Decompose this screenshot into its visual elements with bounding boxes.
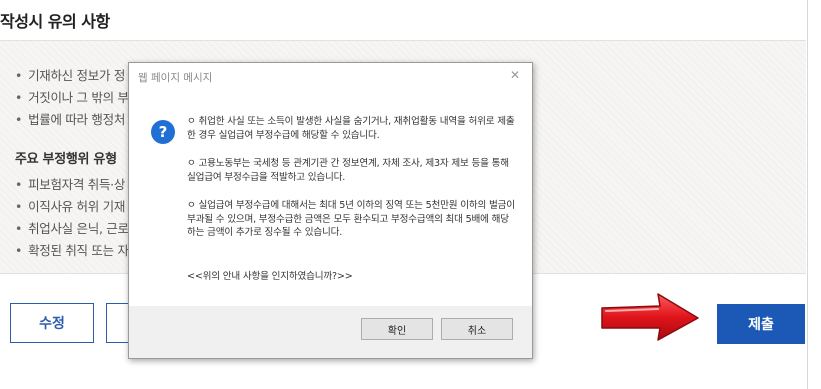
- dialog-paragraph: ㅇ 고용노동부는 국세청 등 관계기관 간 정보연계, 자체 조사, 제3자 제…: [187, 158, 509, 183]
- close-icon[interactable]: ✕: [510, 68, 520, 82]
- list-item: • 기재하신 정보가 정: [15, 68, 126, 83]
- list-item-text: 법률에 따라 행정처: [28, 112, 126, 127]
- section-title: 작성시 유의 사항: [0, 12, 110, 31]
- red-arrow-right-icon: [601, 293, 699, 341]
- list-item: • 피보험자격 취득·상: [15, 177, 126, 192]
- list-item-text: 거짓이나 그 밖의 부: [28, 90, 129, 105]
- edit-button[interactable]: 수정: [10, 303, 94, 343]
- list-item: • 거짓이나 그 밖의 부: [15, 90, 129, 105]
- list-item-text: 피보험자격 취득·상: [28, 177, 126, 192]
- list-item: • 확정된 취직 또는 자: [15, 243, 129, 258]
- message-dialog: 웹 페이지 메시지 ✕ ? ㅇ 취업한 사실 또는 소득이 발생한 사실을 숨기…: [128, 62, 533, 359]
- list-item: • 이직사유 허위 기재: [15, 199, 126, 214]
- subheading: 주요 부정행위 유형: [15, 152, 117, 167]
- dialog-footer: 확인 취소: [129, 306, 532, 358]
- cancel-button[interactable]: 취소: [441, 318, 513, 340]
- list-item: • 법률에 따라 행정처: [15, 112, 126, 127]
- dialog-title: 웹 페이지 메시지: [138, 72, 213, 84]
- dialog-question: <<위의 안내 사항을 인지하였습니까?>>: [187, 271, 353, 282]
- dialog-paragraph: ㅇ 실업급여 부정수급에 대해서는 최대 5년 이하의 징역 또는 5천만원 이…: [187, 200, 515, 239]
- page-root: 작성시 유의 사항 • 기재하신 정보가 정 • 거짓이나 그 밖의 부 • 법률에 …: [0, 0, 821, 389]
- list-item: • 취업사실 은닉, 근로: [15, 221, 129, 236]
- list-item-text: 취업사실 은닉, 근로: [28, 221, 129, 236]
- ok-button[interactable]: 확인: [361, 318, 433, 340]
- submit-button[interactable]: 제출: [717, 304, 805, 344]
- question-icon: ?: [151, 120, 175, 144]
- list-item-text: 기재하신 정보가 정: [28, 68, 126, 83]
- content-border: [807, 0, 808, 389]
- list-item-text: 확정된 취직 또는 자: [28, 243, 129, 258]
- dialog-paragraph: ㅇ 취업한 사실 또는 소득이 발생한 사실을 숨기거나, 재취업활동 내역을 …: [187, 116, 515, 141]
- list-item-text: 이직사유 허위 기재: [28, 199, 126, 214]
